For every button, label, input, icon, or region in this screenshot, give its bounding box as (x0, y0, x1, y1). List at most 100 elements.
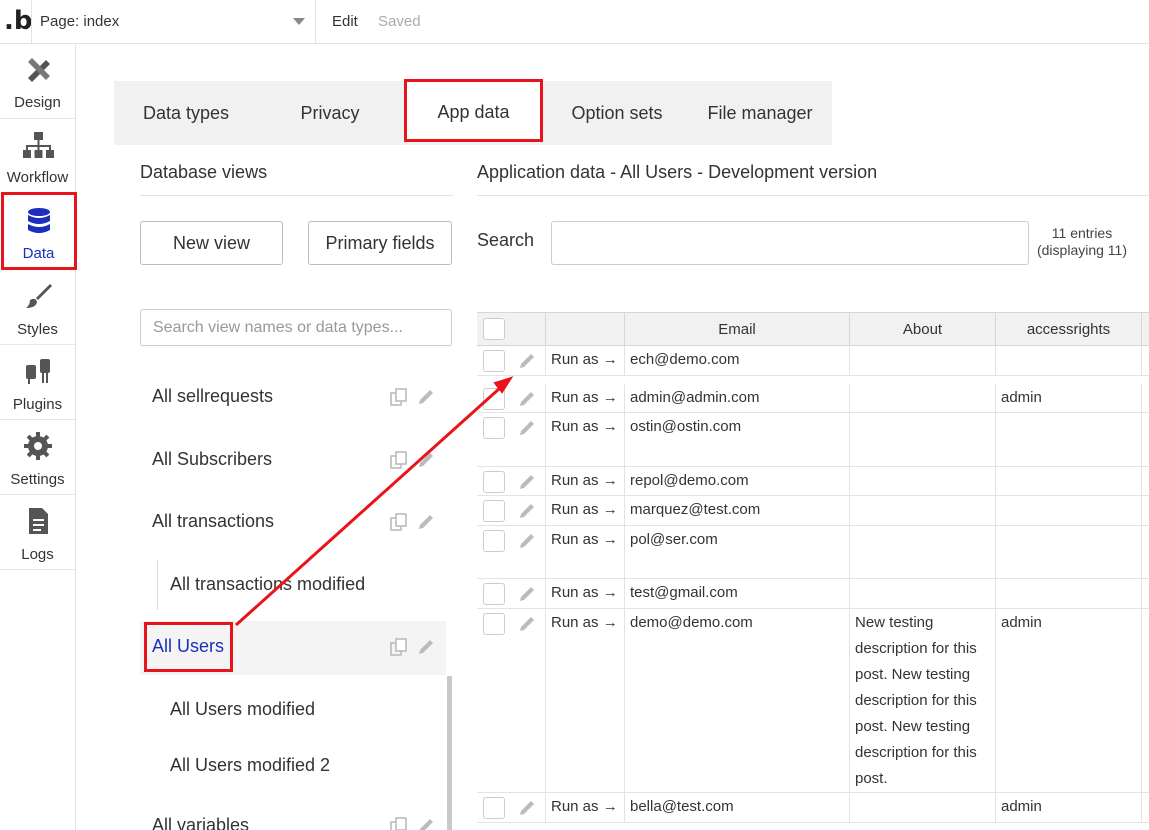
row-checkbox[interactable] (483, 471, 505, 493)
view-item[interactable]: All variables (140, 800, 446, 830)
copy-icon[interactable] (389, 387, 409, 407)
view-item[interactable]: All Users modified (140, 684, 446, 738)
pencil-icon[interactable] (517, 418, 537, 438)
scrollbar[interactable] (447, 676, 452, 830)
tab-data-types[interactable]: Data types (114, 81, 258, 145)
view-item[interactable]: All transactions (140, 496, 446, 550)
tab-option-sets[interactable]: Option sets (546, 81, 688, 145)
run-as-button[interactable]: Run as → (546, 346, 625, 375)
pencil-icon[interactable] (416, 816, 436, 830)
nav-styles[interactable]: Styles (0, 270, 75, 345)
copy-icon[interactable] (389, 512, 409, 532)
row-checkbox[interactable] (483, 530, 505, 552)
nav-workflow[interactable]: Workflow (0, 119, 75, 194)
tab-file-manager[interactable]: File manager (688, 81, 832, 145)
run-as-button[interactable]: Run as → (546, 467, 625, 495)
about-cell[interactable]: New testing description for this post. N… (850, 609, 996, 792)
pencil-icon[interactable] (517, 351, 537, 371)
email-cell[interactable]: pol@ser.com (625, 526, 850, 578)
view-search-input[interactable]: Search view names or data types... (140, 309, 452, 346)
view-item[interactable]: All sellrequests (140, 371, 446, 425)
view-item[interactable]: All Subscribers (140, 434, 446, 488)
view-item[interactable]: All Users modified 2 (140, 740, 446, 794)
pencil-icon[interactable] (416, 637, 436, 657)
accessrights-cell[interactable]: admin (996, 793, 1142, 822)
copy-icon[interactable] (389, 637, 409, 657)
pencil-icon[interactable] (517, 389, 537, 409)
about-cell[interactable] (850, 579, 996, 608)
page-selector[interactable]: Page: index (31, 0, 316, 44)
email-cell[interactable]: test@gmail.com (625, 579, 850, 608)
accessrights-cell[interactable]: admin (996, 609, 1142, 792)
about-cell[interactable] (850, 346, 996, 375)
accessrights-cell[interactable] (996, 496, 1142, 525)
table-row[interactable]: Run as → demo@demo.com New testing descrip… (477, 609, 1149, 793)
header-email[interactable]: Email (625, 313, 850, 346)
tab-privacy[interactable]: Privacy (258, 81, 402, 145)
run-as-button[interactable]: Run as → (546, 793, 625, 822)
primary-fields-button[interactable]: Primary fields (308, 221, 452, 265)
view-item[interactable]: All transactions modified (140, 559, 446, 613)
pencil-icon[interactable] (416, 512, 436, 532)
email-cell[interactable]: demo@demo.com (625, 609, 850, 792)
run-as-button[interactable]: Run as → (546, 413, 625, 466)
nav-plugins[interactable]: Plugins (0, 345, 75, 420)
row-checkbox[interactable] (483, 417, 505, 439)
run-as-button[interactable]: Run as → (546, 496, 625, 525)
search-input[interactable] (551, 221, 1029, 265)
email-cell[interactable]: repol@demo.com (625, 467, 850, 495)
table-row[interactable]: Run as → ech@demo.com (477, 346, 1149, 376)
table-row[interactable]: Run as → test@gmail.com (477, 579, 1149, 609)
select-all-checkbox[interactable] (483, 318, 505, 340)
about-cell[interactable] (850, 526, 996, 578)
accessrights-cell[interactable] (996, 346, 1142, 375)
nav-data[interactable]: Data (1, 192, 77, 270)
pencil-icon[interactable] (517, 531, 537, 551)
email-cell[interactable]: marquez@test.com (625, 496, 850, 525)
edit-menu[interactable]: Edit (332, 13, 358, 30)
table-row[interactable]: Run as → repol@demo.com (477, 467, 1149, 496)
row-checkbox[interactable] (483, 583, 505, 605)
copy-icon[interactable] (389, 450, 409, 470)
tab-app-data[interactable]: App data (404, 79, 543, 142)
row-checkbox[interactable] (483, 797, 505, 819)
accessrights-cell[interactable] (996, 526, 1142, 578)
pencil-icon[interactable] (416, 450, 436, 470)
pencil-icon[interactable] (517, 614, 537, 634)
run-as-button[interactable]: Run as → (546, 609, 625, 792)
email-cell[interactable]: ostin@ostin.com (625, 413, 850, 466)
table-row[interactable]: Run as → marquez@test.com (477, 496, 1149, 526)
pencil-icon[interactable] (517, 472, 537, 492)
row-checkbox[interactable] (483, 350, 505, 372)
table-row[interactable]: Run as → bella@test.com admin (477, 793, 1149, 823)
new-view-button[interactable]: New view (140, 221, 283, 265)
row-checkbox[interactable] (483, 500, 505, 522)
accessrights-cell[interactable] (996, 413, 1142, 466)
copy-icon[interactable] (389, 816, 409, 830)
header-accessrights[interactable]: accessrights (996, 313, 1142, 346)
pencil-icon[interactable] (416, 387, 436, 407)
run-as-button[interactable]: Run as → (546, 526, 625, 578)
table-row[interactable]: Run as → ostin@ostin.com (477, 413, 1149, 467)
pencil-icon[interactable] (517, 798, 537, 818)
accessrights-cell[interactable] (996, 467, 1142, 495)
run-as-button[interactable]: Run as → (546, 384, 625, 412)
header-about[interactable]: About (850, 313, 996, 346)
about-cell[interactable] (850, 467, 996, 495)
table-row[interactable]: Run as → admin@admin.com admin (477, 384, 1149, 413)
about-cell[interactable] (850, 496, 996, 525)
about-cell[interactable] (850, 413, 996, 466)
table-row[interactable]: Run as → pol@ser.com (477, 526, 1149, 579)
accessrights-cell[interactable]: admin (996, 384, 1142, 412)
email-cell[interactable]: ech@demo.com (625, 346, 850, 375)
pencil-icon[interactable] (517, 501, 537, 521)
run-as-button[interactable]: Run as → (546, 579, 625, 608)
email-cell[interactable]: admin@admin.com (625, 384, 850, 412)
bubble-logo[interactable]: .b (4, 6, 33, 36)
about-cell[interactable] (850, 384, 996, 412)
nav-design[interactable]: Design (0, 44, 75, 119)
about-cell[interactable] (850, 793, 996, 822)
pencil-icon[interactable] (517, 584, 537, 604)
accessrights-cell[interactable] (996, 579, 1142, 608)
row-checkbox[interactable] (483, 613, 505, 635)
